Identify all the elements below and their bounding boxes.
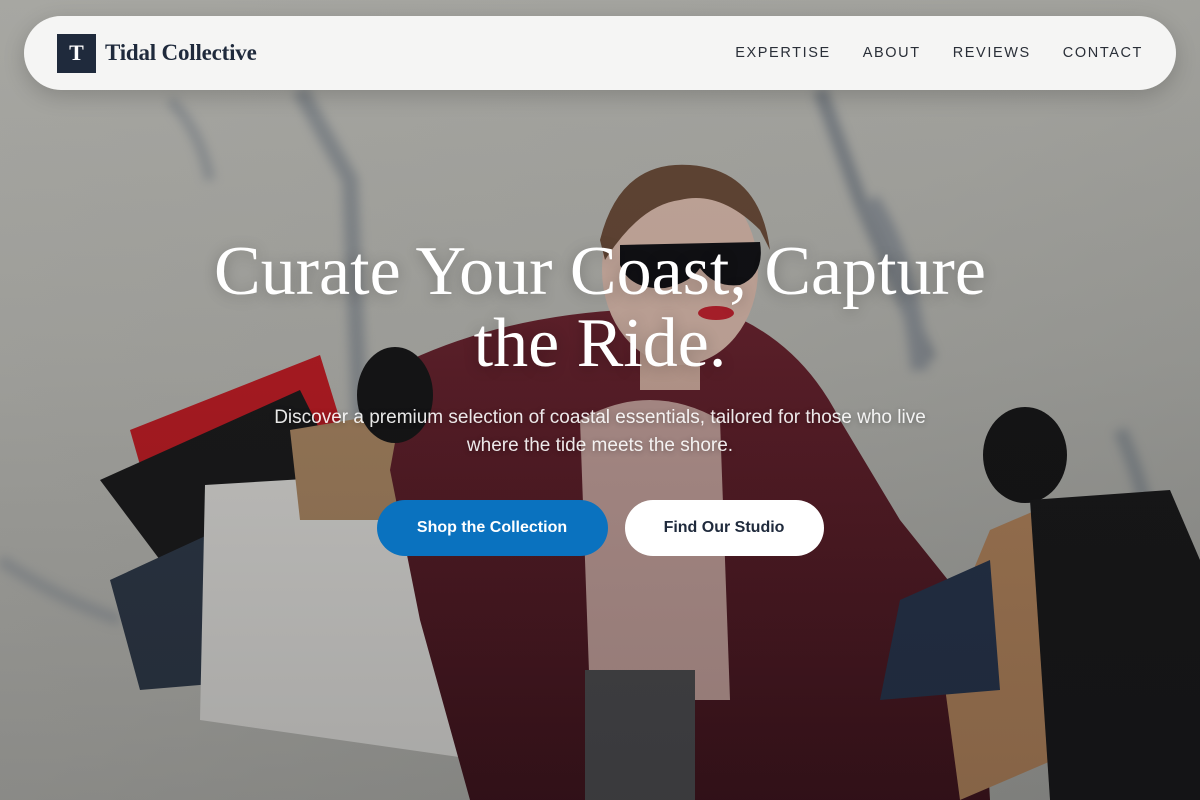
- shop-collection-button[interactable]: Shop the Collection: [376, 500, 608, 556]
- hero-actions: Shop the Collection Find Our Studio: [0, 500, 1200, 556]
- hero-subtitle: Discover a premium selection of coastal …: [274, 407, 926, 456]
- brand-logo[interactable]: T Tidal Collective: [57, 33, 257, 73]
- hero-title: Curate Your Coast, Capture the Ride.: [214, 233, 986, 382]
- hero-section: T Tidal Collective EXPERTISE ABOUT REVIE…: [0, 0, 1200, 800]
- nav-link-reviews[interactable]: REVIEWS: [953, 45, 1031, 61]
- nav-links: EXPERTISE ABOUT REVIEWS CONTACT: [735, 45, 1143, 61]
- hero-content: Curate Your Coast, Capture the Ride. Dis…: [0, 236, 1200, 556]
- nav-link-expertise[interactable]: EXPERTISE: [735, 45, 831, 61]
- top-navbar: T Tidal Collective EXPERTISE ABOUT REVIE…: [24, 16, 1176, 90]
- find-studio-button[interactable]: Find Our Studio: [624, 500, 824, 556]
- nav-link-about[interactable]: ABOUT: [863, 45, 921, 61]
- brand-name: Tidal Collective: [105, 40, 257, 65]
- brand-mark-icon: T: [57, 33, 96, 73]
- nav-link-contact[interactable]: CONTACT: [1063, 45, 1143, 61]
